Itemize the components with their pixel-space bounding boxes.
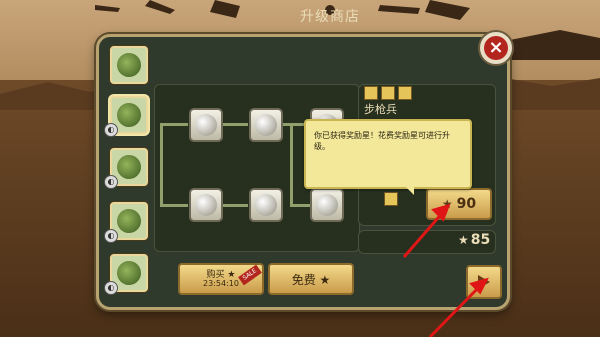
upgrade-node-6[interactable] [310,188,344,222]
upgrade-node-2[interactable] [249,108,283,142]
tooltip-tail [400,181,414,195]
star-icon: ★ [458,233,469,247]
star-balance: ★ 85 [458,232,490,248]
tree-link [160,123,188,126]
arrow-right-icon [478,275,490,289]
upgrade-icon [255,194,277,216]
tree-link [290,204,310,207]
tooltip: 你已获得奖励星！花费奖励星可进行升级。 [304,119,472,189]
free-stars-label: 免费 ★ [291,273,331,287]
soldier-icon [117,53,141,77]
close-icon: × [484,36,508,60]
page-title: 升级商店 [300,9,360,25]
upgrade-icon [316,194,338,216]
soldier-icon [117,103,141,127]
tree-link [290,123,293,205]
close-button[interactable]: × [478,30,514,66]
unit-badges [364,86,412,100]
medal-icon [398,86,412,100]
unit-item-special[interactable] [110,46,148,84]
soldier-icon [117,261,141,285]
upgrade-cost: 90 [456,196,477,212]
unit-name: 步枪兵 [364,103,397,116]
upgrade-node-5[interactable] [249,188,283,222]
rank-stripe-icon [384,192,398,206]
unit-list: ◐ ◐ ◐ ◐ [104,44,150,295]
lock-icon: ◐ [104,281,118,295]
tree-link [220,204,248,207]
star-icon: ★ [441,197,453,211]
buy-upgrade-button[interactable]: ★ 90 [426,188,492,220]
tooltip-text: 你已获得奖励星！花费奖励星可进行升级。 [314,131,450,151]
soldier-icon [117,209,141,233]
lock-icon: ◐ [104,175,118,189]
upgrade-icon [195,114,217,136]
tree-link [160,123,163,205]
upgrade-icon [195,194,217,216]
tree-link [220,123,248,126]
next-button[interactable] [466,265,502,299]
lock-icon: ◐ [104,123,118,137]
medal-icon [364,86,378,100]
tree-link [160,204,188,207]
upgrade-node-4[interactable] [189,188,223,222]
medal-icon [381,86,395,100]
free-stars-button[interactable]: 免费 ★ [268,263,354,295]
balance-value: 85 [470,232,491,248]
soldier-icon [117,155,141,179]
upgrade-node-1[interactable] [189,108,223,142]
upgrade-icon [255,114,277,136]
lock-icon: ◐ [104,229,118,243]
